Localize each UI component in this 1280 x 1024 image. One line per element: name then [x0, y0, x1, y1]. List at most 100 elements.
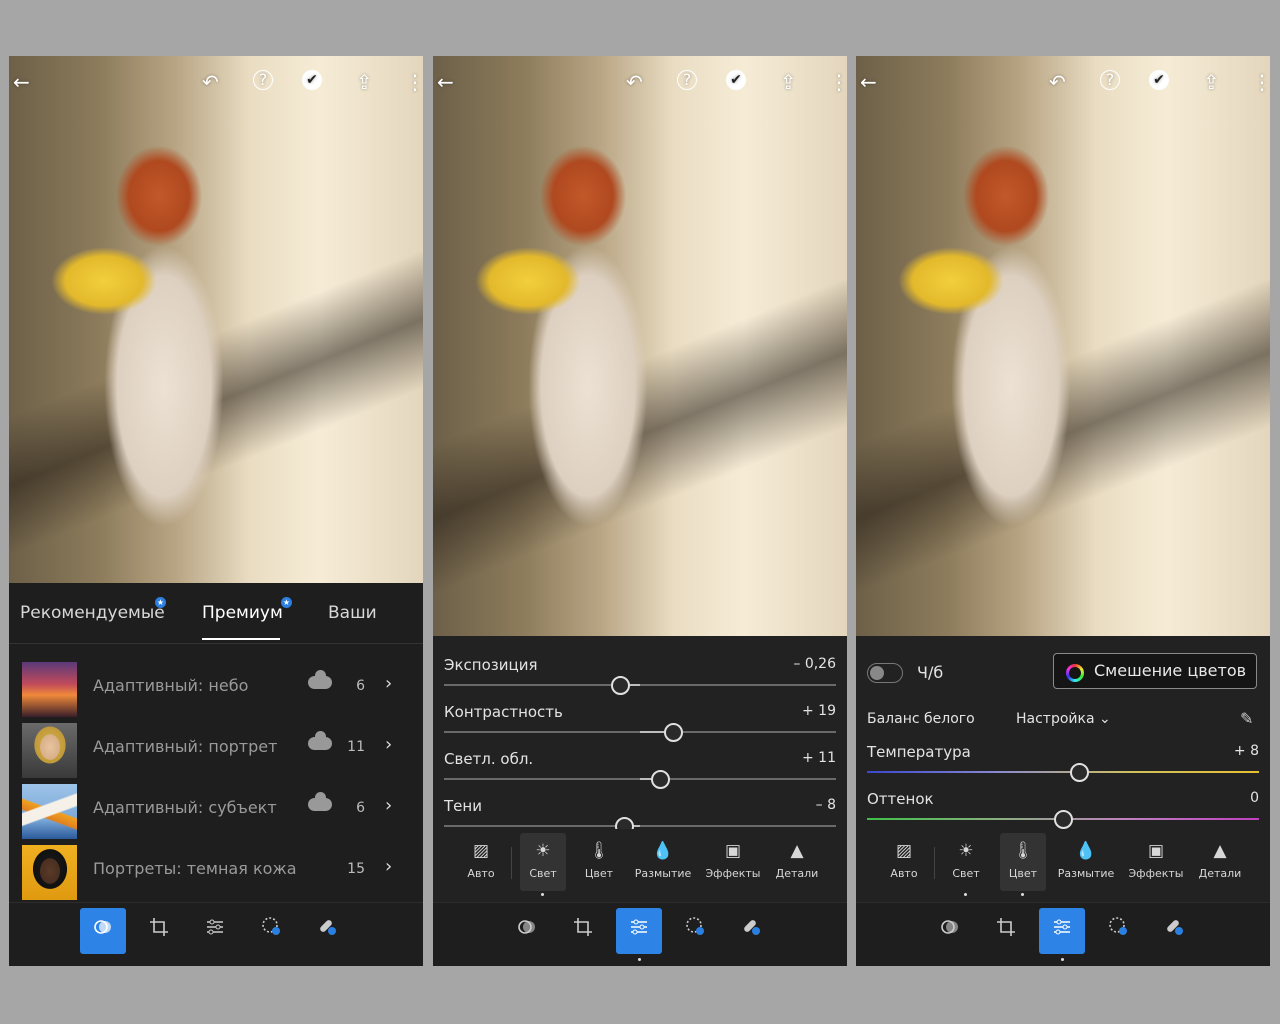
- slider-thumb[interactable]: [1069, 763, 1089, 782]
- list-item[interactable]: Адаптивный: субъект 6 ›: [9, 778, 423, 839]
- checkmark-icon[interactable]: ✔: [1149, 70, 1169, 90]
- bw-label: Ч/б: [917, 663, 944, 682]
- help-icon[interactable]: ?: [1100, 70, 1120, 90]
- highlights-slider[interactable]: Светл. обл. + 11: [433, 750, 847, 797]
- tab-premium[interactable]: Премиум: [202, 603, 283, 623]
- exposure-slider[interactable]: Экспозиция – 0,26: [433, 656, 847, 703]
- adjust-nav-button[interactable]: [1039, 908, 1085, 954]
- share-icon[interactable]: ⇪: [356, 70, 373, 94]
- slider-thumb[interactable]: [615, 817, 635, 829]
- share-icon[interactable]: ⇪: [1203, 70, 1220, 94]
- vignette-icon: ▣: [1147, 841, 1165, 861]
- color-mix-button[interactable]: Смешение цветов: [1053, 653, 1257, 689]
- category-effects[interactable]: ▣ Эффекты: [1124, 833, 1188, 891]
- category-light[interactable]: ☀ Свет: [520, 833, 566, 891]
- slider-thumb[interactable]: [664, 723, 684, 742]
- back-arrow-icon[interactable]: ←: [13, 70, 30, 94]
- eyedropper-icon[interactable]: ✎: [1240, 709, 1253, 728]
- healing-nav-button[interactable]: [1151, 908, 1197, 954]
- slider-label: Экспозиция: [444, 656, 538, 674]
- category-auto[interactable]: ▨ Авто: [449, 833, 513, 891]
- list-item[interactable]: Адаптивный: небо 6 ›: [9, 656, 423, 717]
- selected-dot: [1061, 958, 1064, 961]
- category-color[interactable]: 🌡 Цвет: [1000, 833, 1046, 891]
- adjust-nav-button[interactable]: [192, 908, 238, 954]
- chevron-right-icon: ›: [385, 856, 393, 877]
- tab-recommended[interactable]: Рекомендуемые: [20, 603, 165, 623]
- share-icon[interactable]: ⇪: [780, 70, 797, 94]
- category-effects[interactable]: ▣ Эффекты: [701, 833, 765, 891]
- healing-nav-button[interactable]: [304, 908, 350, 954]
- undo-icon[interactable]: ↶: [202, 70, 219, 94]
- checkmark-icon[interactable]: ✔: [726, 70, 746, 90]
- slider-track[interactable]: [444, 684, 836, 686]
- white-balance-dropdown[interactable]: Настройка ⌄: [1016, 711, 1111, 727]
- checkmark-icon[interactable]: ✔: [302, 70, 322, 90]
- category-light[interactable]: ☀ Свет: [943, 833, 989, 891]
- bw-toggle[interactable]: [867, 663, 903, 683]
- slider-label: Оттенок: [867, 790, 934, 808]
- back-arrow-icon[interactable]: ←: [860, 70, 877, 94]
- photo-preview: [433, 56, 847, 636]
- more-menu-icon[interactable]: ⋮: [1252, 70, 1270, 94]
- selective-nav-button[interactable]: [672, 908, 718, 954]
- presets-nav-button[interactable]: [80, 908, 126, 954]
- category-blur[interactable]: 💧 Размытие: [631, 833, 695, 891]
- selective-nav-button[interactable]: [248, 908, 294, 954]
- help-icon[interactable]: ?: [253, 70, 273, 90]
- preset-count: 11: [347, 739, 365, 755]
- category-label: Размытие: [1057, 867, 1115, 880]
- modified-dot: [964, 893, 967, 896]
- slider-value: + 19: [802, 703, 836, 719]
- preset-label: Адаптивный: небо: [93, 676, 249, 695]
- temperature-slider[interactable]: Температура + 8: [856, 743, 1270, 790]
- slider-value: + 8: [1233, 743, 1259, 759]
- crop-nav-button[interactable]: [560, 908, 606, 954]
- slider-value: – 8: [815, 797, 836, 813]
- phone-light-screen: ← ↶ ? ✔ ⇪ ⋮ Экспозиция – 0,26 Контрастно…: [433, 56, 847, 966]
- adjust-nav-button[interactable]: [616, 908, 662, 954]
- more-menu-icon[interactable]: ⋮: [405, 70, 423, 94]
- color-mix-label: Смешение цветов: [1094, 661, 1247, 680]
- selective-mask-icon: [1109, 917, 1127, 935]
- category-details[interactable]: ▲ Детали: [765, 833, 829, 891]
- presets-nav-button[interactable]: [927, 908, 973, 954]
- more-menu-icon[interactable]: ⋮: [829, 70, 847, 94]
- category-label: Авто: [890, 867, 918, 880]
- selective-mask-icon: [686, 917, 704, 935]
- undo-icon[interactable]: ↶: [626, 70, 643, 94]
- list-item[interactable]: Адаптивный: портрет 11 ›: [9, 717, 423, 778]
- slider-thumb[interactable]: [1054, 810, 1073, 829]
- preset-thumbnail: [22, 845, 77, 900]
- temperature-track[interactable]: [867, 771, 1259, 773]
- selected-dot: [638, 958, 641, 961]
- slider-track[interactable]: [444, 825, 836, 827]
- category-label: Свет: [952, 867, 980, 880]
- back-arrow-icon[interactable]: ←: [437, 70, 454, 94]
- bandage-icon: [320, 920, 336, 935]
- chevron-down-icon: ⌄: [1099, 711, 1111, 727]
- list-item[interactable]: Портреты: темная кожа 15 ›: [9, 839, 423, 900]
- category-color[interactable]: 🌡 Цвет: [571, 833, 627, 891]
- crop-nav-button[interactable]: [983, 908, 1029, 954]
- sliders-icon: [207, 919, 223, 935]
- phone-color-screen: ← ↶ ? ✔ ⇪ ⋮ Ч/б Смешение цветов Баланс б…: [856, 56, 1270, 966]
- slider-thumb[interactable]: [650, 770, 670, 789]
- help-icon[interactable]: ?: [677, 70, 697, 90]
- crop-nav-button[interactable]: [136, 908, 182, 954]
- presets-nav-button[interactable]: [504, 908, 550, 954]
- healing-nav-button[interactable]: [728, 908, 774, 954]
- category-auto[interactable]: ▨ Авто: [872, 833, 936, 891]
- shadows-slider[interactable]: Тени – 8: [433, 797, 847, 829]
- chevron-right-icon: ›: [385, 673, 393, 694]
- contrast-slider[interactable]: Контрастность + 19: [433, 703, 847, 750]
- selective-nav-button[interactable]: [1095, 908, 1141, 954]
- sliders-icon: [1054, 919, 1070, 935]
- category-blur[interactable]: 💧 Размытие: [1054, 833, 1118, 891]
- category-label: Свет: [529, 867, 557, 880]
- tab-yours[interactable]: Ваши: [328, 603, 377, 623]
- undo-icon[interactable]: ↶: [1049, 70, 1066, 94]
- category-details[interactable]: ▲ Детали: [1188, 833, 1252, 891]
- sun-icon: ☀: [535, 841, 551, 861]
- slider-thumb[interactable]: [611, 676, 631, 695]
